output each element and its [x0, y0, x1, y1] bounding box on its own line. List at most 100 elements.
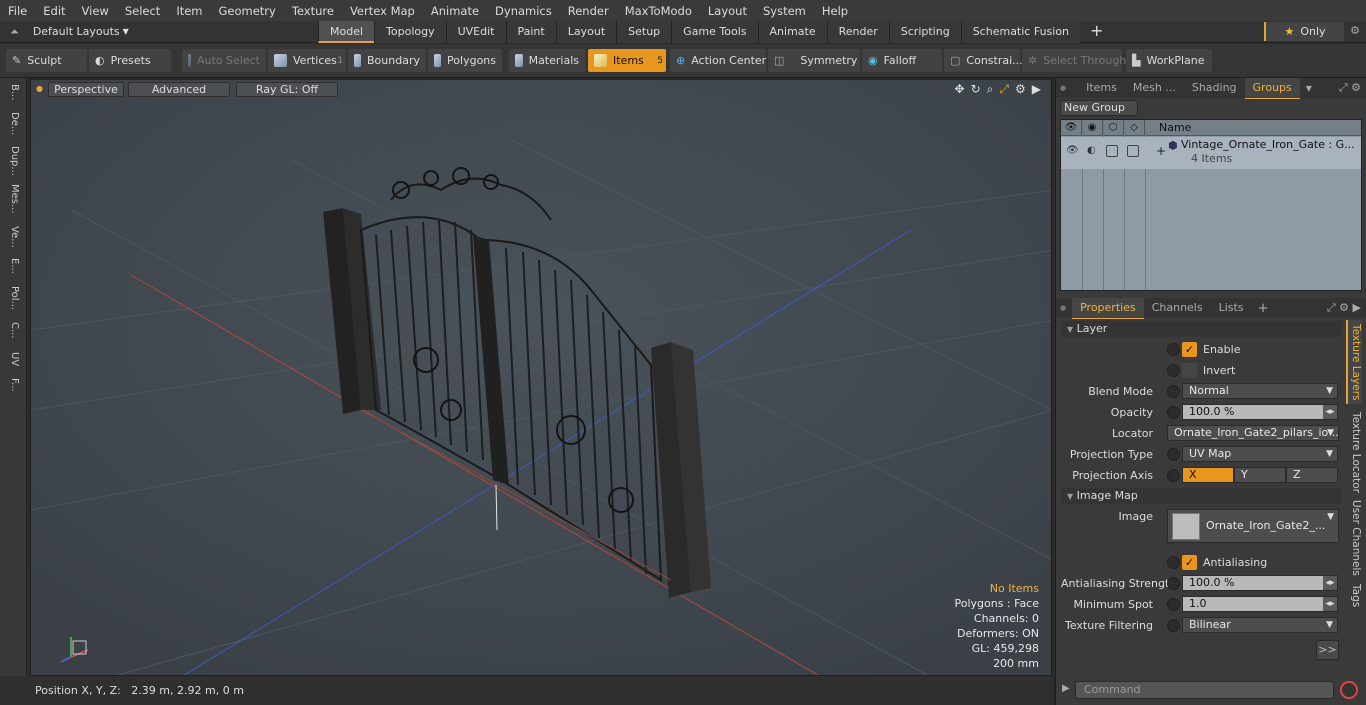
- command-expand-icon[interactable]: ▶: [1062, 683, 1070, 694]
- pan-icon[interactable]: ✥: [955, 82, 965, 97]
- add-tab-icon[interactable]: +: [1080, 21, 1113, 43]
- gear-icon[interactable]: ⚙: [1350, 24, 1360, 37]
- axis-y-button[interactable]: Y: [1234, 467, 1286, 483]
- maximize-icon[interactable]: ⤢: [999, 82, 1009, 97]
- tab-groups[interactable]: Groups: [1244, 77, 1300, 99]
- antialiasing-dot-icon[interactable]: [1167, 555, 1180, 569]
- viewport-gear-icon[interactable]: ⚙: [1015, 82, 1026, 97]
- menu-geometry[interactable]: Geometry: [211, 4, 284, 18]
- left-tab-deform[interactable]: De...: [6, 112, 20, 138]
- select-col-icon[interactable]: ◇: [1124, 119, 1145, 136]
- layer-section-header[interactable]: ▼ Layer: [1061, 321, 1341, 337]
- image-map-section-header[interactable]: ▼ Image Map: [1061, 488, 1341, 504]
- side-tab-texture-locator[interactable]: Texture Locator: [1346, 412, 1362, 493]
- expand-right-icon[interactable]: ▶: [1032, 82, 1041, 97]
- tab-lists[interactable]: Lists: [1211, 298, 1252, 318]
- sculpt-button[interactable]: ✎ Sculpt: [6, 49, 87, 72]
- action-center-button[interactable]: ⊕ Action Center: [670, 49, 766, 72]
- raygl-toggle[interactable]: Ray GL: Off: [236, 82, 338, 97]
- zoom-icon[interactable]: ⌕: [987, 82, 994, 97]
- select-through-button[interactable]: ✲ Select Through: [1022, 49, 1126, 72]
- side-tab-texture-layers[interactable]: Texture Layers: [1346, 320, 1362, 404]
- left-tab-mesh-edit[interactable]: Mes...: [6, 184, 20, 216]
- menu-maxtomodo[interactable]: MaxToModo: [617, 4, 700, 18]
- min-spot-dot-icon[interactable]: [1167, 597, 1180, 611]
- enable-checkbox[interactable]: ✓: [1182, 341, 1197, 357]
- panel-expand-icons[interactable]: ⤢ ⚙: [1339, 81, 1361, 95]
- side-tab-tags[interactable]: Tags: [1346, 582, 1362, 610]
- menu-edit[interactable]: Edit: [35, 4, 73, 18]
- layout-selector[interactable]: ⏶ Default Layouts ▼: [0, 25, 318, 39]
- presets-button[interactable]: ◐ Presets: [89, 49, 171, 72]
- command-input[interactable]: Command: [1075, 681, 1334, 699]
- materials-button[interactable]: Materials: [509, 49, 585, 72]
- menu-select[interactable]: Select: [117, 4, 168, 18]
- slider-arrows-icon[interactable]: ◂▸: [1323, 576, 1337, 590]
- menu-render[interactable]: Render: [560, 4, 617, 18]
- left-tab-polygon[interactable]: Pol...: [6, 286, 20, 316]
- blend-mode-dot-icon[interactable]: [1167, 384, 1180, 398]
- menu-dynamics[interactable]: Dynamics: [487, 4, 560, 18]
- slider-arrows-icon[interactable]: ◂▸: [1323, 597, 1337, 611]
- items-button[interactable]: Items 5: [588, 49, 666, 72]
- side-tab-user-channels[interactable]: User Channels: [1346, 500, 1362, 576]
- constraints-button[interactable]: ▢ Constrai...: [944, 49, 1023, 72]
- symmetry-button[interactable]: ◫ Symmetry: [768, 49, 860, 72]
- lock-col-icon[interactable]: ⬡: [1103, 119, 1124, 136]
- left-tab-uv[interactable]: UV: [6, 352, 20, 372]
- opacity-dot-icon[interactable]: [1167, 405, 1180, 419]
- select-checkbox[interactable]: [1127, 145, 1139, 157]
- render-col-icon[interactable]: ◉: [1082, 119, 1103, 136]
- boundary-button[interactable]: Boundary: [348, 49, 426, 72]
- tex-filter-dot-icon[interactable]: [1167, 618, 1180, 632]
- tab-model[interactable]: Model: [318, 20, 375, 43]
- projection-type-dropdown[interactable]: UV Map ▼: [1182, 446, 1338, 462]
- left-tab-duplicate[interactable]: Dup...: [6, 146, 20, 178]
- more-button[interactable]: >>: [1316, 640, 1339, 660]
- locator-dropdown[interactable]: Ornate_Iron_Gate2_pilars_io ... ▼: [1167, 425, 1339, 441]
- min-spot-slider[interactable]: 1.0 ◂▸: [1182, 596, 1338, 612]
- tabs-dropdown-icon[interactable]: ▼: [1306, 84, 1312, 93]
- new-group-button[interactable]: New Group: [1060, 100, 1138, 116]
- falloff-button[interactable]: ◉ Falloff: [862, 49, 942, 72]
- tab-schematic-fusion[interactable]: Schematic Fusion: [960, 20, 1081, 43]
- image-dropdown[interactable]: Ornate_Iron_Gate2_... ▼: [1167, 509, 1339, 543]
- blend-mode-dropdown[interactable]: Normal ▼: [1182, 383, 1338, 399]
- tab-paint[interactable]: Paint: [505, 20, 556, 43]
- render-toggle-icon[interactable]: ◐: [1087, 145, 1099, 157]
- perspective-dropdown[interactable]: Perspective: [48, 82, 124, 97]
- left-tab-edge[interactable]: E...: [6, 258, 20, 280]
- menu-help[interactable]: Help: [814, 4, 856, 18]
- projection-type-dot-icon[interactable]: [1167, 447, 1180, 461]
- shading-dropdown[interactable]: Advanced: [128, 82, 230, 97]
- left-tab-vertex[interactable]: Ve...: [6, 226, 20, 252]
- eye-icon[interactable]: 👁: [1066, 145, 1079, 157]
- 3d-viewport[interactable]: ● Perspective Advanced Ray GL: Off ✥ ↻ ⌕…: [30, 79, 1052, 676]
- tab-scripting[interactable]: Scripting: [888, 20, 961, 43]
- left-tab-basic[interactable]: B...: [6, 84, 20, 106]
- add-tab-icon[interactable]: +: [1258, 301, 1269, 316]
- enable-dot-icon[interactable]: [1167, 342, 1180, 356]
- opacity-slider[interactable]: 100.0 % ◂▸: [1182, 404, 1338, 420]
- menu-texture[interactable]: Texture: [284, 4, 342, 18]
- menu-file[interactable]: File: [0, 4, 35, 18]
- left-tab-fusion[interactable]: F...: [6, 378, 20, 404]
- polygons-button[interactable]: Polygons: [428, 49, 502, 72]
- rotate-icon[interactable]: ↻: [971, 82, 981, 97]
- menu-animate[interactable]: Animate: [423, 4, 487, 18]
- invert-checkbox[interactable]: [1182, 362, 1197, 378]
- menu-layout[interactable]: Layout: [700, 4, 755, 18]
- visibility-col-icon[interactable]: 👁: [1061, 119, 1082, 136]
- menu-vertex-map[interactable]: Vertex Map: [342, 4, 423, 18]
- aa-strength-slider[interactable]: 100.0 % ◂▸: [1182, 575, 1338, 591]
- antialiasing-checkbox[interactable]: ✓: [1182, 554, 1197, 570]
- tab-game-tools[interactable]: Game Tools: [671, 20, 758, 43]
- tab-render[interactable]: Render: [826, 20, 889, 43]
- workplane-button[interactable]: ▙ WorkPlane: [1126, 49, 1212, 72]
- aa-strength-dot-icon[interactable]: [1167, 576, 1180, 590]
- axis-z-button[interactable]: Z: [1286, 467, 1338, 483]
- expand-plus-icon[interactable]: +: [1156, 144, 1166, 158]
- tab-properties[interactable]: Properties: [1072, 297, 1144, 319]
- lock-checkbox[interactable]: [1106, 145, 1118, 157]
- tab-uvedit[interactable]: UVEdit: [445, 20, 506, 43]
